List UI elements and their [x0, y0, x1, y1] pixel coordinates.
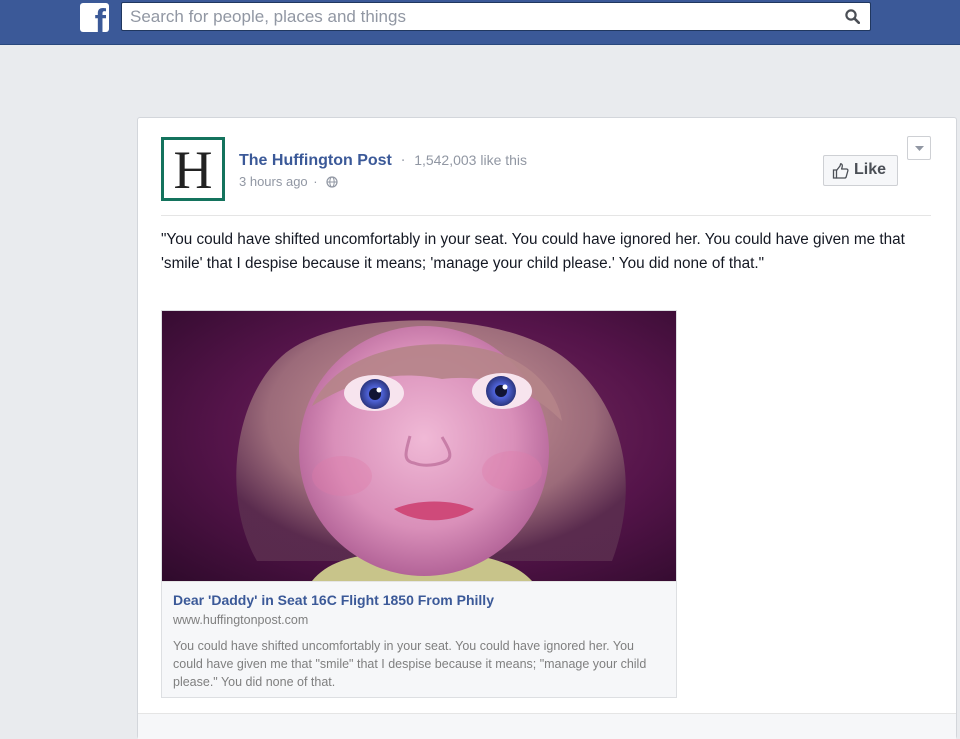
post-timestamp[interactable]: 3 hours ago [239, 174, 308, 189]
page-avatar[interactable]: H [161, 137, 225, 201]
page-name-link[interactable]: The Huffington Post [239, 152, 392, 169]
attachment-title-link[interactable]: Dear 'Daddy' in Seat 16C Flight 1850 Fro… [173, 592, 663, 608]
search-input[interactable] [122, 3, 840, 30]
facebook-logo[interactable]: f [80, 3, 109, 32]
like-button-label: Like [854, 161, 887, 178]
attachment-info[interactable]: Dear 'Daddy' in Seat 16C Flight 1850 Fro… [162, 581, 676, 697]
like-page-button[interactable]: Like [823, 155, 898, 186]
post-message: "You could have shifted uncomfortably in… [161, 231, 905, 272]
story-header: The Huffington Post · 1,542,003 like thi… [239, 150, 527, 170]
search-button[interactable] [834, 3, 870, 30]
news-feed-story: H The Huffington Post · 1,542,003 like t… [137, 117, 957, 739]
story-meta: 3 hours ago · [239, 174, 338, 189]
search-icon [845, 9, 860, 24]
header-separator: · [400, 154, 406, 169]
search-box[interactable] [121, 2, 871, 31]
attachment-photo[interactable] [162, 311, 676, 581]
facebook-logo-letter: f [94, 3, 106, 32]
chevron-down-icon [915, 146, 924, 151]
link-attachment[interactable]: Dear 'Daddy' in Seat 16C Flight 1850 Fro… [161, 310, 677, 698]
attachment-domain: www.huffingtonpost.com [173, 613, 309, 627]
page-avatar-letter: H [173, 140, 213, 200]
top-navigation-bar: f [0, 0, 960, 45]
meta-separator: · [313, 174, 318, 189]
attachment-description: You could have shifted uncomfortably in … [173, 639, 647, 689]
child-portrait-image [236, 320, 626, 581]
page-like-count[interactable]: 1,542,003 like this [414, 152, 527, 168]
story-footer [138, 713, 956, 739]
story-options-button[interactable] [907, 136, 931, 160]
header-divider [161, 215, 931, 216]
thumbs-up-icon [832, 163, 849, 179]
globe-icon[interactable] [326, 176, 338, 188]
